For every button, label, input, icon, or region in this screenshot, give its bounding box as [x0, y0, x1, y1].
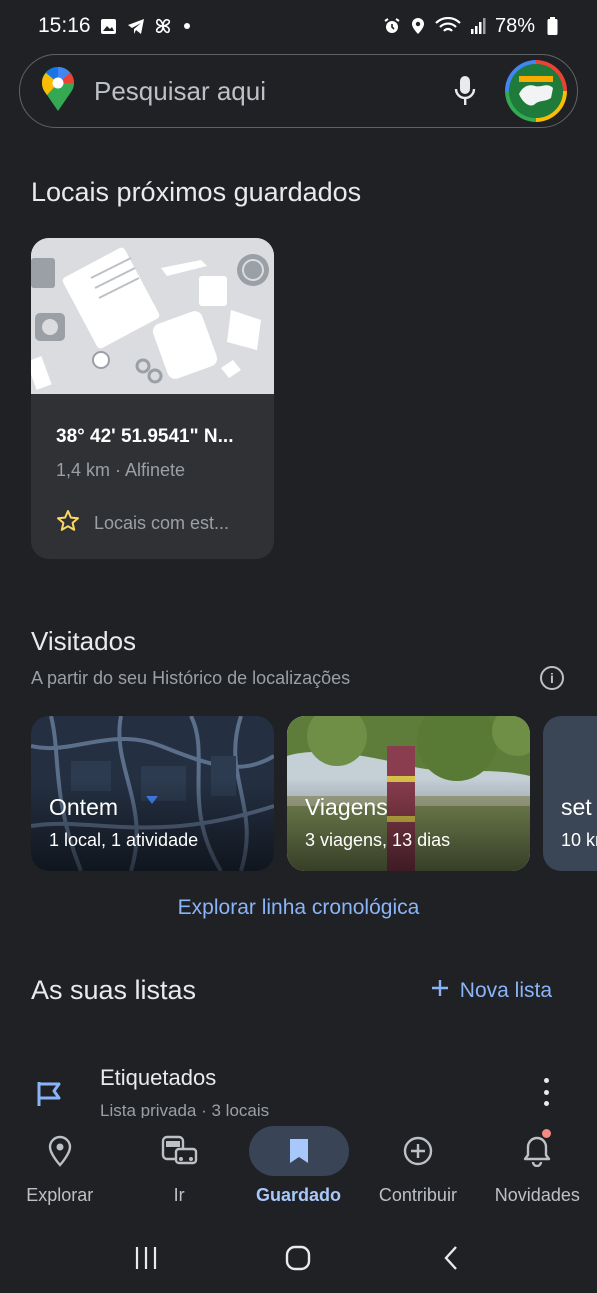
search-bar[interactable]: Pesquisar aqui: [19, 54, 578, 128]
more-options-icon[interactable]: [536, 1078, 556, 1106]
bell-icon: [487, 1126, 587, 1176]
nav-saved[interactable]: Guardado: [239, 1118, 358, 1222]
commute-icon: [129, 1126, 229, 1176]
wifi-icon: [435, 17, 461, 35]
search-input[interactable]: Pesquisar aqui: [94, 76, 445, 107]
info-icon[interactable]: i: [540, 666, 564, 690]
system-navigation-bar: [0, 1222, 597, 1293]
new-list-button[interactable]: Nova lista: [430, 978, 552, 1004]
nav-label: Contribuir: [378, 1185, 457, 1205]
nav-updates[interactable]: Novidades: [478, 1118, 597, 1222]
google-maps-logo-icon: [42, 66, 74, 116]
microphone-icon[interactable]: [445, 71, 485, 111]
visited-card-yesterday[interactable]: Ontem 1 local, 1 atividade: [31, 716, 274, 871]
signal-icon: [469, 17, 487, 35]
gallery-notification-icon: [100, 17, 118, 35]
add-circle-icon: [368, 1126, 468, 1176]
location-status-icon: [409, 17, 427, 35]
visited-subtitle: A partir do seu Histórico de localizaçõe…: [31, 668, 351, 688]
nav-label: Ir: [173, 1185, 185, 1205]
recent-apps-button[interactable]: [126, 1238, 166, 1278]
plus-icon: [430, 978, 450, 1004]
flag-icon: [36, 1080, 66, 1113]
visited-card-september[interactable]: set 10 km: [543, 716, 597, 871]
nav-label: Explorar: [26, 1185, 94, 1205]
new-list-label: Nova lista: [459, 979, 552, 1002]
saved-place-illustration: [31, 238, 274, 394]
location-pin-icon: [10, 1126, 110, 1176]
home-button[interactable]: [278, 1238, 318, 1278]
telegram-notification-icon: [127, 17, 145, 35]
visited-card-subtitle: 10 km: [561, 830, 597, 850]
nav-contribute[interactable]: Contribuir: [358, 1118, 477, 1222]
list-item[interactable]: Etiquetados Lista privada · 3 locais: [0, 1058, 597, 1120]
visited-card-subtitle: 3 viagens, 13 dias: [305, 830, 451, 850]
visited-card-title: Viagens: [305, 794, 388, 820]
explore-timeline-link[interactable]: Explorar linha cronológica: [0, 896, 597, 920]
back-button[interactable]: [431, 1238, 471, 1278]
battery-percent: 78%: [494, 14, 535, 37]
your-lists-title: As suas listas: [31, 975, 197, 1005]
visited-card-subtitle: 1 local, 1 atividade: [49, 830, 199, 850]
star-icon: [56, 509, 80, 538]
avatar-image: [509, 64, 563, 118]
status-time: 15:16: [38, 14, 91, 37]
list-item-title: Etiquetados: [100, 1065, 217, 1090]
visited-title: Visitados: [31, 626, 137, 656]
visited-card-title: set: [561, 794, 592, 820]
saved-place-card[interactable]: 38° 42' 51.9541" N... 1,4 km · Alfinete …: [31, 238, 274, 559]
visited-card-title: Ontem: [49, 794, 119, 820]
pinwheel-notification-icon: [154, 17, 172, 35]
battery-icon: [543, 17, 561, 35]
bottom-navigation: Explorar Ir Guardado Contribuir Novidade…: [0, 1118, 597, 1222]
saved-place-list-row: Locais com est...: [56, 509, 229, 538]
saved-place-coordinates: 38° 42' 51.9541" N...: [56, 426, 234, 447]
notification-badge: [541, 1129, 551, 1138]
bookmark-icon: [248, 1126, 349, 1176]
visited-card-trips[interactable]: Viagens 3 viagens, 13 dias: [287, 716, 530, 871]
account-avatar[interactable]: [505, 60, 567, 122]
saved-place-meta: 1,4 km · Alfinete: [56, 460, 186, 480]
more-notifications-dot: [183, 23, 190, 29]
alarm-icon: [383, 17, 401, 35]
status-bar: 15:16 78%: [0, 0, 597, 52]
nav-label: Novidades: [494, 1185, 580, 1205]
nav-label: Guardado: [256, 1185, 342, 1205]
nav-explore[interactable]: Explorar: [0, 1118, 119, 1222]
nav-go[interactable]: Ir: [119, 1118, 238, 1222]
saved-place-list-label: Locais com est...: [94, 513, 230, 533]
saved-nearby-title: Locais próximos guardados: [31, 177, 362, 207]
